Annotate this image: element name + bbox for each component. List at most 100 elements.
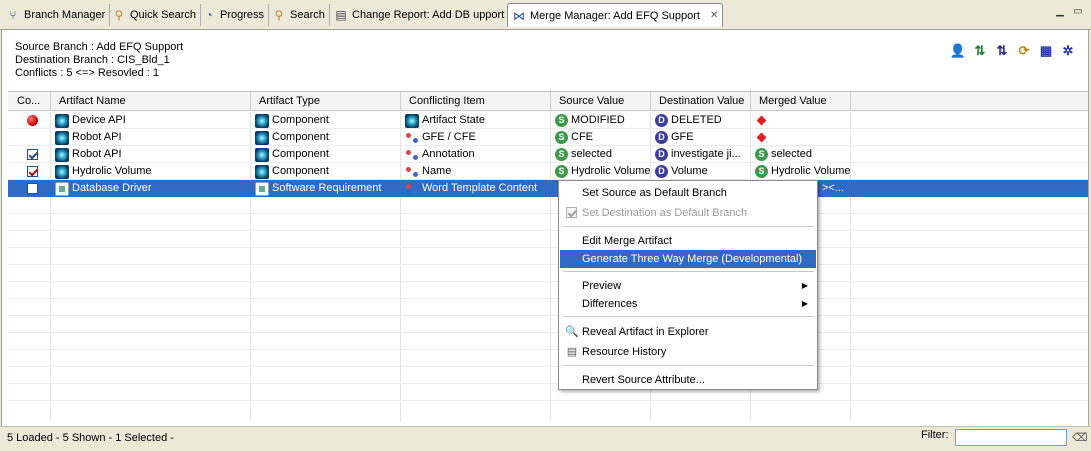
component-icon: [255, 130, 269, 145]
clear-filter-icon[interactable]: ⌫: [1072, 431, 1088, 445]
user-icon[interactable]: 👤: [949, 42, 967, 60]
destination-badge-icon: D: [655, 114, 668, 127]
source-value-cell: S CFE: [551, 129, 650, 146]
artifact-type-cell: Component: [251, 146, 400, 163]
resolved-checkbox[interactable]: [27, 183, 38, 194]
table-row[interactable]: Hydrolic Volume Component Name S Hydrolic…: [8, 163, 1088, 180]
row-divider: [8, 383, 1088, 384]
table-row-selected[interactable]: Database Driver Software Requirement Wor…: [8, 180, 1088, 197]
menu-item-revert-source-attribute[interactable]: Revert Source Attribute...: [560, 371, 816, 389]
tab-merge-manager[interactable]: ⋈ Merge Manager: Add EFQ Support ✕: [507, 3, 724, 27]
artifact-type: Component: [272, 148, 329, 160]
menu-item-label: Revert Source Attribute...: [582, 374, 705, 386]
menu-item-set-source-default[interactable]: Set Source as Default Branch: [560, 184, 816, 202]
column-header-source-value[interactable]: Source Value: [551, 92, 651, 111]
tab-label: Merge Manager: Add EFQ Support: [530, 9, 700, 22]
menu-item-differences[interactable]: Differences ▶: [560, 295, 816, 313]
search-icon: ⚲: [274, 8, 284, 22]
tab-change-report[interactable]: ▤ Change Report: Add DB upport: [330, 4, 510, 26]
refresh-icon[interactable]: ⟳: [1015, 42, 1033, 60]
source-value-cell: S MODIFIED: [551, 112, 650, 129]
conflict-status-cell: [8, 163, 50, 180]
artifact-name-cell: Robot API: [51, 146, 250, 163]
menu-item-label: Set Source as Default Branch: [582, 187, 727, 199]
component-icon: [55, 130, 69, 145]
conflicting-item: Artifact State: [422, 114, 485, 126]
maximize-icon[interactable]: ▭: [1071, 6, 1085, 18]
menu-item-edit-merge-artifact[interactable]: Edit Merge Artifact: [560, 232, 816, 250]
table-row[interactable]: Device API Component Artifact State S MOD…: [8, 112, 1088, 129]
component-icon: [405, 113, 419, 128]
tab-branch-manager[interactable]: ⑂ Branch Manager: [2, 4, 111, 26]
artifact-name-cell: Database Driver: [51, 180, 250, 197]
merged-value-cell: S Hydrolic Volume: [751, 163, 850, 180]
calculator-icon[interactable]: ▦: [1037, 42, 1055, 60]
menu-item-reveal-artifact[interactable]: 🔍 Reveal Artifact in Explorer: [560, 323, 816, 341]
branch-info: Source Branch : Add EFQ Support Destinat…: [15, 41, 183, 80]
status-text: 5 Loaded - 5 Shown - 1 Selected -: [7, 432, 174, 444]
tab-label: Branch Manager: [24, 9, 106, 21]
table-row[interactable]: Robot API Component Annotation Sselected…: [8, 146, 1088, 163]
merge-icon: ⋈: [513, 8, 525, 23]
conflict-status-cell: [8, 180, 50, 197]
source-value-cell: Sselected: [551, 146, 650, 163]
column-header-artifact-name[interactable]: Artifact Name: [51, 92, 251, 111]
component-icon: [255, 164, 269, 179]
source-icon[interactable]: ⇅: [971, 42, 989, 60]
destination-value: DELETED: [671, 114, 722, 126]
conflicting-item: GFE / CFE: [422, 131, 476, 143]
menu-item-set-destination-default: Set Destination as Default Branch: [560, 204, 816, 222]
merged-value-cell: [751, 112, 850, 129]
unresolved-diamond-icon: [756, 115, 767, 126]
artifact-name-cell: Hydrolic Volume: [51, 163, 250, 180]
destination-icon[interactable]: ⇅: [993, 42, 1011, 60]
row-divider: [8, 366, 1088, 367]
table-header: Co... Artifact Name Artifact Type Confli…: [8, 92, 1088, 111]
resolved-checkbox[interactable]: [27, 166, 38, 177]
tab-label: Quick Search: [130, 9, 197, 21]
tab-label: Change Report: Add DB upport: [352, 9, 505, 21]
bug-icon[interactable]: ✲: [1059, 42, 1077, 60]
conflicting-item: Name: [422, 165, 452, 177]
destination-branch-label: Destination Branch : CIS_Bld_1: [15, 54, 170, 66]
artifact-type: Software Requirement: [272, 182, 382, 194]
minimize-icon[interactable]: ▁: [1053, 6, 1067, 18]
branch-icon: ⑂: [9, 8, 17, 22]
column-header-artifact-type[interactable]: Artifact Type: [251, 92, 401, 111]
row-divider: [8, 247, 1088, 248]
destination-value: investigate ji...: [671, 148, 741, 160]
close-icon[interactable]: ✕: [710, 10, 718, 21]
artifact-type-cell: Component: [251, 129, 400, 146]
conflicting-item: Annotation: [422, 148, 475, 160]
attribute-icon: [405, 165, 419, 179]
resolved-checkbox[interactable]: [27, 149, 38, 160]
filter-input[interactable]: [955, 429, 1067, 446]
unresolved-diamond-icon: [756, 132, 767, 143]
artifact-type: Component: [272, 114, 329, 126]
column-header-conflicting-item[interactable]: Conflicting Item: [401, 92, 551, 111]
attribute-icon: [405, 182, 419, 196]
table-row[interactable]: Robot API Component GFE / CFE S CFE D GFE: [8, 129, 1088, 146]
menu-separator: [563, 316, 814, 317]
menu-item-preview[interactable]: Preview ▶: [560, 277, 816, 295]
row-divider: [8, 332, 1088, 333]
menu-item-resource-history[interactable]: ▤ Resource History: [560, 343, 816, 361]
row-divider: [8, 298, 1088, 299]
column-header-destination-value[interactable]: Destination Value: [651, 92, 751, 111]
menu-item-generate-three-way-merge[interactable]: Generate Three Way Merge (Developmental): [560, 250, 816, 268]
menu-separator: [563, 271, 814, 272]
destination-value-cell: D Volume: [651, 163, 750, 180]
tab-progress[interactable]: ◔ Progress: [198, 4, 270, 26]
tab-search[interactable]: ⚲ Search: [268, 4, 330, 26]
tab-quick-search[interactable]: ⚲ Quick Search: [108, 4, 202, 26]
column-header-conflict[interactable]: Co...: [8, 92, 51, 111]
component-icon: [255, 113, 269, 128]
source-value: Hydrolic Volume: [571, 165, 650, 177]
merged-value: selected: [771, 148, 812, 160]
column-header-merged-value[interactable]: Merged Value: [751, 92, 851, 111]
filter-label: Filter:: [921, 429, 949, 441]
destination-badge-icon: D: [655, 148, 668, 161]
window-controls: ▁ ▭: [1053, 6, 1085, 18]
destination-badge-icon: D: [655, 131, 668, 144]
destination-badge-icon: D: [655, 165, 668, 178]
